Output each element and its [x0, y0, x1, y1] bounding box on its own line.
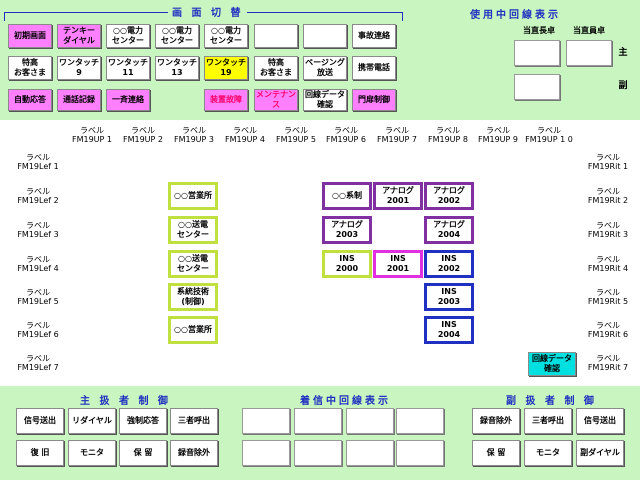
hold-button[interactable]: 保 留	[119, 440, 167, 466]
one-touch-13-button[interactable]: ワンタッチ 13	[155, 56, 199, 80]
sub-exclude-recording-button[interactable]: 録音除外	[472, 408, 520, 434]
incoming-line-slot-4[interactable]	[396, 408, 444, 434]
sub-label: 副	[618, 81, 628, 91]
line-box-ins-2000[interactable]: INS 2000	[322, 250, 372, 278]
device-fault-button[interactable]: 装置故障	[204, 89, 248, 111]
line-box-ins-2002[interactable]: INS 2002	[424, 250, 474, 278]
restore-button[interactable]: 復 旧	[16, 440, 64, 466]
gate-control-button[interactable]: 門扉制御	[352, 89, 396, 111]
line-box-analog-2002[interactable]: アナログ 2002	[424, 182, 474, 210]
sub-operator-control-title: 副 扱 者 制 御	[506, 396, 597, 407]
label-fm19up-9: ラベル FM19UP 9	[478, 126, 518, 144]
line-in-use-title: 使用中回線表示	[470, 10, 561, 21]
line-box-ins-2004[interactable]: INS 2004	[424, 316, 474, 344]
redial-button[interactable]: リダイヤル	[68, 408, 116, 434]
label-fm19lef-6: ラベル FM19Lef 6	[17, 321, 59, 339]
main-label: 主	[618, 48, 628, 58]
call-log-button[interactable]: 通話記録	[57, 89, 101, 111]
accident-contact-button[interactable]: 事故連絡	[352, 24, 396, 48]
incoming-line-slot-6[interactable]	[294, 440, 342, 466]
duty-member-label: 当直員卓	[573, 26, 605, 35]
high-voltage-customer-button-2[interactable]: 特高 お客さま	[254, 56, 298, 80]
monitor-button[interactable]: モニタ	[68, 440, 116, 466]
line-box-analog-2004[interactable]: アナログ 2004	[424, 216, 474, 244]
label-fm19up-4: ラベル FM19UP 4	[225, 126, 265, 144]
line-box-analog-2001[interactable]: アナログ 2001	[373, 182, 423, 210]
mobile-phone-button[interactable]: 携帯電話	[352, 56, 396, 80]
line-box-sales-office-1[interactable]: ○○営業所	[168, 182, 218, 210]
label-fm19rit-4: ラベル FM19Rit 4	[587, 255, 629, 273]
power-center-button-3[interactable]: ○○電力 センター	[204, 24, 248, 48]
line-box-transmission-1[interactable]: ○○送電 センター	[168, 216, 218, 244]
power-center-button-1[interactable]: ○○電力 センター	[106, 24, 150, 48]
initial-screen-button[interactable]: 初期画面	[8, 24, 52, 48]
broadcast-contact-button[interactable]: 一斉連絡	[106, 89, 150, 111]
line-box-keitou[interactable]: ○○系制	[322, 182, 372, 210]
label-fm19up-6: ラベル FM19UP 6	[326, 126, 366, 144]
blank-button-r1-6[interactable]	[254, 24, 298, 48]
label-fm19rit-1: ラベル FM19Rit 1	[587, 153, 629, 171]
label-fm19lef-3: ラベル FM19Lef 3	[17, 221, 59, 239]
sub-hold-button[interactable]: 保 留	[472, 440, 520, 466]
sub-dial-button[interactable]: 副ダイヤル	[576, 440, 624, 466]
line-box-system-tech[interactable]: 系統技術 (制御)	[168, 283, 218, 311]
label-fm19lef-1: ラベル FM19Lef 1	[17, 153, 59, 171]
line-box-ins-2003[interactable]: INS 2003	[424, 283, 474, 311]
force-answer-button[interactable]: 強制応答	[119, 408, 167, 434]
chief-sub-line-box	[514, 74, 560, 100]
duty-chief-label: 当直長卓	[523, 26, 555, 35]
label-fm19lef-2: ラベル FM19Lef 2	[17, 187, 59, 205]
line-box-ins-2001[interactable]: INS 2001	[373, 250, 423, 278]
label-fm19rit-5: ラベル FM19Rit 5	[587, 288, 629, 306]
one-touch-9-button[interactable]: ワンタッチ 9	[57, 56, 101, 80]
incoming-line-slot-1[interactable]	[242, 408, 290, 434]
label-fm19rit-3: ラベル FM19Rit 3	[587, 221, 629, 239]
label-fm19up-7: ラベル FM19UP 7	[377, 126, 417, 144]
incoming-line-slot-3[interactable]	[346, 408, 394, 434]
label-fm19lef-7: ラベル FM19Lef 7	[17, 354, 59, 372]
incoming-line-slot-5[interactable]	[242, 440, 290, 466]
line-data-check-button[interactable]: 回線データ 確認	[303, 89, 347, 111]
one-touch-11-button[interactable]: ワンタッチ 11	[106, 56, 150, 80]
label-fm19lef-4: ラベル FM19Lef 4	[17, 255, 59, 273]
one-touch-19-button[interactable]: ワンタッチ 19	[204, 56, 248, 80]
label-fm19rit-7: ラベル FM19Rit 7	[587, 354, 629, 372]
label-fm19rit-6: ラベル FM19Rit 6	[587, 321, 629, 339]
three-party-call-button[interactable]: 三者呼出	[170, 408, 218, 434]
signal-send-button[interactable]: 信号送出	[16, 408, 64, 434]
line-map-area	[0, 120, 640, 386]
auto-answer-button[interactable]: 自動応答	[8, 89, 52, 111]
label-fm19up-2: ラベル FM19UP 2	[123, 126, 163, 144]
label-fm19up-10: ラベル FM19UP 1 0	[525, 126, 573, 144]
maintenance-button[interactable]: メンテナン ス	[254, 89, 298, 111]
label-fm19up-5: ラベル FM19UP 5	[276, 126, 316, 144]
line-box-transmission-2[interactable]: ○○送電 センター	[168, 250, 218, 278]
label-fm19up-8: ラベル FM19UP 8	[428, 126, 468, 144]
tenkey-dial-button[interactable]: テンキー ダイヤル	[57, 24, 101, 48]
incoming-line-slot-8[interactable]	[396, 440, 444, 466]
member-main-line-box	[566, 40, 612, 66]
incoming-line-display-title: 着信中回線表示	[300, 396, 391, 407]
sub-monitor-button[interactable]: モニタ	[524, 440, 572, 466]
incoming-line-slot-7[interactable]	[346, 440, 394, 466]
line-box-analog-2003[interactable]: アナログ 2003	[322, 216, 372, 244]
label-fm19up-3: ラベル FM19UP 3	[174, 126, 214, 144]
blank-button-r1-7[interactable]	[303, 24, 347, 48]
high-voltage-customer-button-1[interactable]: 特高 お客さま	[8, 56, 52, 80]
line-box-sales-office-2[interactable]: ○○営業所	[168, 316, 218, 344]
label-fm19lef-5: ラベル FM19Lef 5	[17, 288, 59, 306]
power-center-button-2[interactable]: ○○電力 センター	[155, 24, 199, 48]
sub-three-party-call-button[interactable]: 三者呼出	[524, 408, 572, 434]
incoming-line-slot-2[interactable]	[294, 408, 342, 434]
label-fm19rit-2: ラベル FM19Rit 2	[587, 187, 629, 205]
line-data-confirm-button[interactable]: 回線データ 確認	[528, 352, 576, 376]
label-fm19up-1: ラベル FM19UP 1	[72, 126, 112, 144]
paging-broadcast-button[interactable]: ページング 放送	[303, 56, 347, 80]
sub-signal-send-button[interactable]: 信号送出	[576, 408, 624, 434]
exclude-recording-button[interactable]: 録音除外	[170, 440, 218, 466]
chief-main-line-box	[514, 40, 560, 66]
main-operator-control-title: 主 扱 者 制 御	[80, 396, 171, 407]
screen-switch-title: 画 面 切 替	[168, 4, 248, 19]
